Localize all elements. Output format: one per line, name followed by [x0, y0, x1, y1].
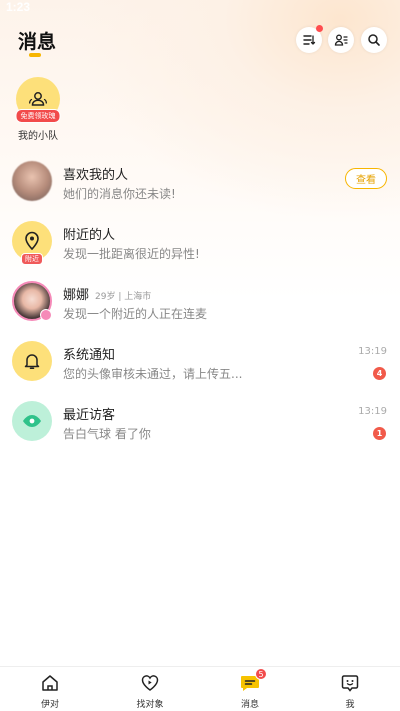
- bell-icon: [24, 354, 40, 369]
- team-badge: 免费领玫瑰: [15, 109, 61, 123]
- header: 消息: [0, 22, 400, 62]
- list-item-title: 最近访客: [63, 408, 116, 423]
- list-item-subtitle: 发现一批距离很近的异性!: [63, 247, 200, 261]
- my-team[interactable]: 免费领玫瑰 我的小队: [14, 77, 62, 142]
- list-item-title: 系统通知: [63, 348, 116, 363]
- message-badge: 5: [255, 668, 267, 680]
- team-avatar: 免费领玫瑰: [15, 77, 61, 123]
- sort-list-icon: [303, 35, 316, 45]
- list-item-system[interactable]: 系统通知 您的头像审核未通过，请上传五... 13:19 4: [0, 332, 400, 392]
- list-item-nearby[interactable]: 附近 附近的人 发现一批距离很近的异性!: [0, 212, 400, 272]
- user-name: 娜娜: [63, 288, 90, 303]
- team-label: 我的小队: [18, 131, 58, 142]
- contacts-button[interactable]: [328, 27, 354, 53]
- message-icon: 5: [239, 668, 267, 694]
- unread-count-badge: 1: [373, 427, 386, 440]
- list-item-chat[interactable]: 娜娜 29岁 | 上海市 发现一个附近的人正在连麦: [0, 272, 400, 332]
- tab-label: 伊对: [40, 700, 59, 710]
- user-meta: 29岁 | 上海市: [95, 292, 152, 302]
- contacts-icon: [334, 34, 348, 46]
- page-title: 消息: [18, 31, 57, 53]
- profile-icon: [339, 672, 361, 694]
- notification-dot: [316, 25, 323, 32]
- blurred-avatar: [12, 161, 52, 201]
- eye-icon: [23, 415, 41, 427]
- location-pin-icon: [25, 231, 39, 251]
- status-time: 1:23: [6, 0, 31, 14]
- nearby-tag: 附近: [21, 253, 43, 265]
- tab-profile[interactable]: 我: [320, 672, 380, 710]
- view-button[interactable]: 查看: [345, 168, 387, 189]
- list-item-time: 13:19: [358, 346, 387, 357]
- tab-label: 消息: [240, 700, 259, 710]
- tab-label: 找对象: [136, 700, 164, 710]
- list-item-visitors[interactable]: 最近访客 告白气球 看了你 13:19 1: [0, 392, 400, 452]
- list-item-time: 13:19: [358, 406, 387, 417]
- visitors-avatar: [12, 401, 52, 441]
- list-item-title: 喜欢我的人: [63, 168, 129, 183]
- unread-count-badge: 4: [373, 367, 386, 380]
- home-icon: [39, 672, 61, 694]
- heart-play-icon: [139, 672, 161, 694]
- list-item-subtitle: 告白气球 看了你: [63, 427, 151, 441]
- bottom-tab-bar: 伊对 找对象 5 消息 我: [0, 666, 400, 711]
- tab-home[interactable]: 伊对: [20, 672, 80, 710]
- sort-list-button[interactable]: [296, 25, 323, 53]
- list-item-subtitle: 发现一个附近的人正在连麦: [63, 307, 208, 321]
- search-button[interactable]: [361, 27, 387, 53]
- user-avatar: [12, 281, 52, 321]
- title-underline: [29, 53, 41, 57]
- list-item-title: 附近的人: [63, 228, 116, 243]
- tab-label: 我: [345, 700, 355, 710]
- list-item-likes[interactable]: 喜欢我的人 她们的消息你还未读! 查看: [0, 152, 400, 212]
- list-item-subtitle: 您的头像审核未通过，请上传五...: [63, 367, 243, 381]
- nearby-avatar: 附近: [12, 221, 52, 265]
- list-item-subtitle: 她们的消息你还未读!: [63, 187, 176, 201]
- team-icon: [29, 92, 47, 106]
- tab-messages[interactable]: 5 消息: [220, 668, 280, 710]
- live-badge-icon: [40, 309, 52, 321]
- system-avatar: [12, 341, 52, 381]
- search-icon: [368, 34, 380, 46]
- tab-find-match[interactable]: 找对象: [120, 672, 180, 710]
- list-item-title: 娜娜 29岁 | 上海市: [63, 284, 151, 303]
